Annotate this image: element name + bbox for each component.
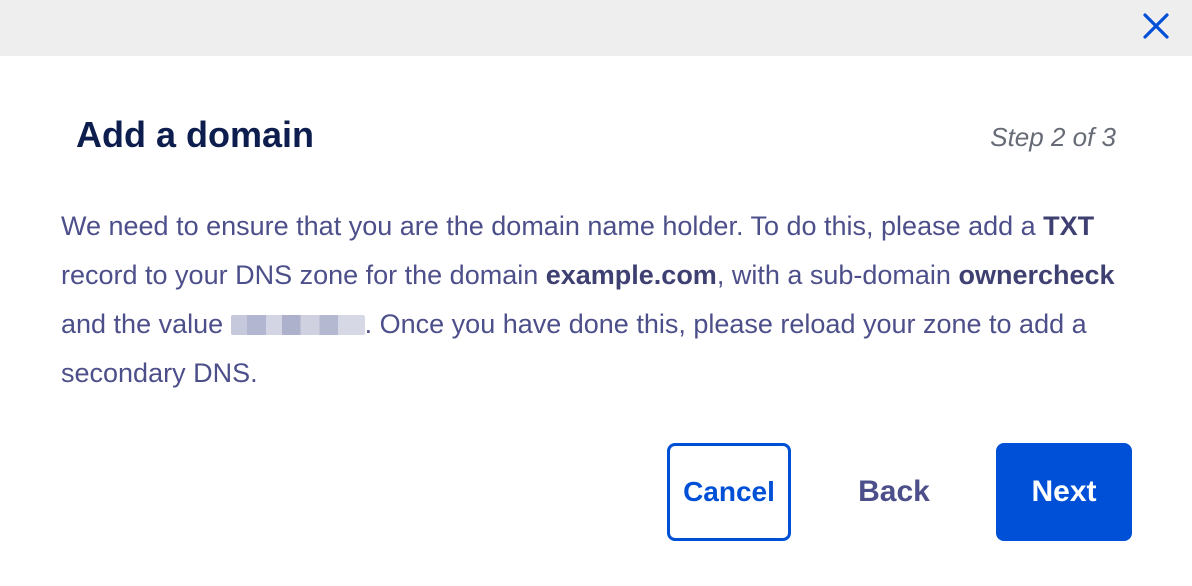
instructions-part-3: , with a sub-domain (716, 260, 959, 290)
redacted-txt-value (230, 315, 365, 335)
back-button[interactable]: Back (835, 443, 953, 541)
close-button[interactable] (1140, 10, 1172, 42)
instructions-part-2: record to your DNS zone for the domain (61, 260, 546, 290)
dialog-top-bar (0, 0, 1192, 56)
dialog-title: Add a domain (76, 114, 315, 155)
domain-name: example.com (545, 260, 717, 290)
instructions-part-1: We need to ensure that you are the domai… (61, 211, 1044, 241)
close-icon (1143, 13, 1169, 39)
cancel-button[interactable]: Cancel (667, 443, 791, 541)
subdomain-name: ownercheck (958, 260, 1115, 290)
next-button[interactable]: Next (996, 443, 1132, 541)
instructions-part-4: and the value (61, 309, 231, 339)
record-type: TXT (1043, 211, 1095, 241)
instructions-text: We need to ensure that you are the domai… (61, 202, 1136, 398)
step-indicator: Step 2 of 3 (990, 122, 1116, 152)
